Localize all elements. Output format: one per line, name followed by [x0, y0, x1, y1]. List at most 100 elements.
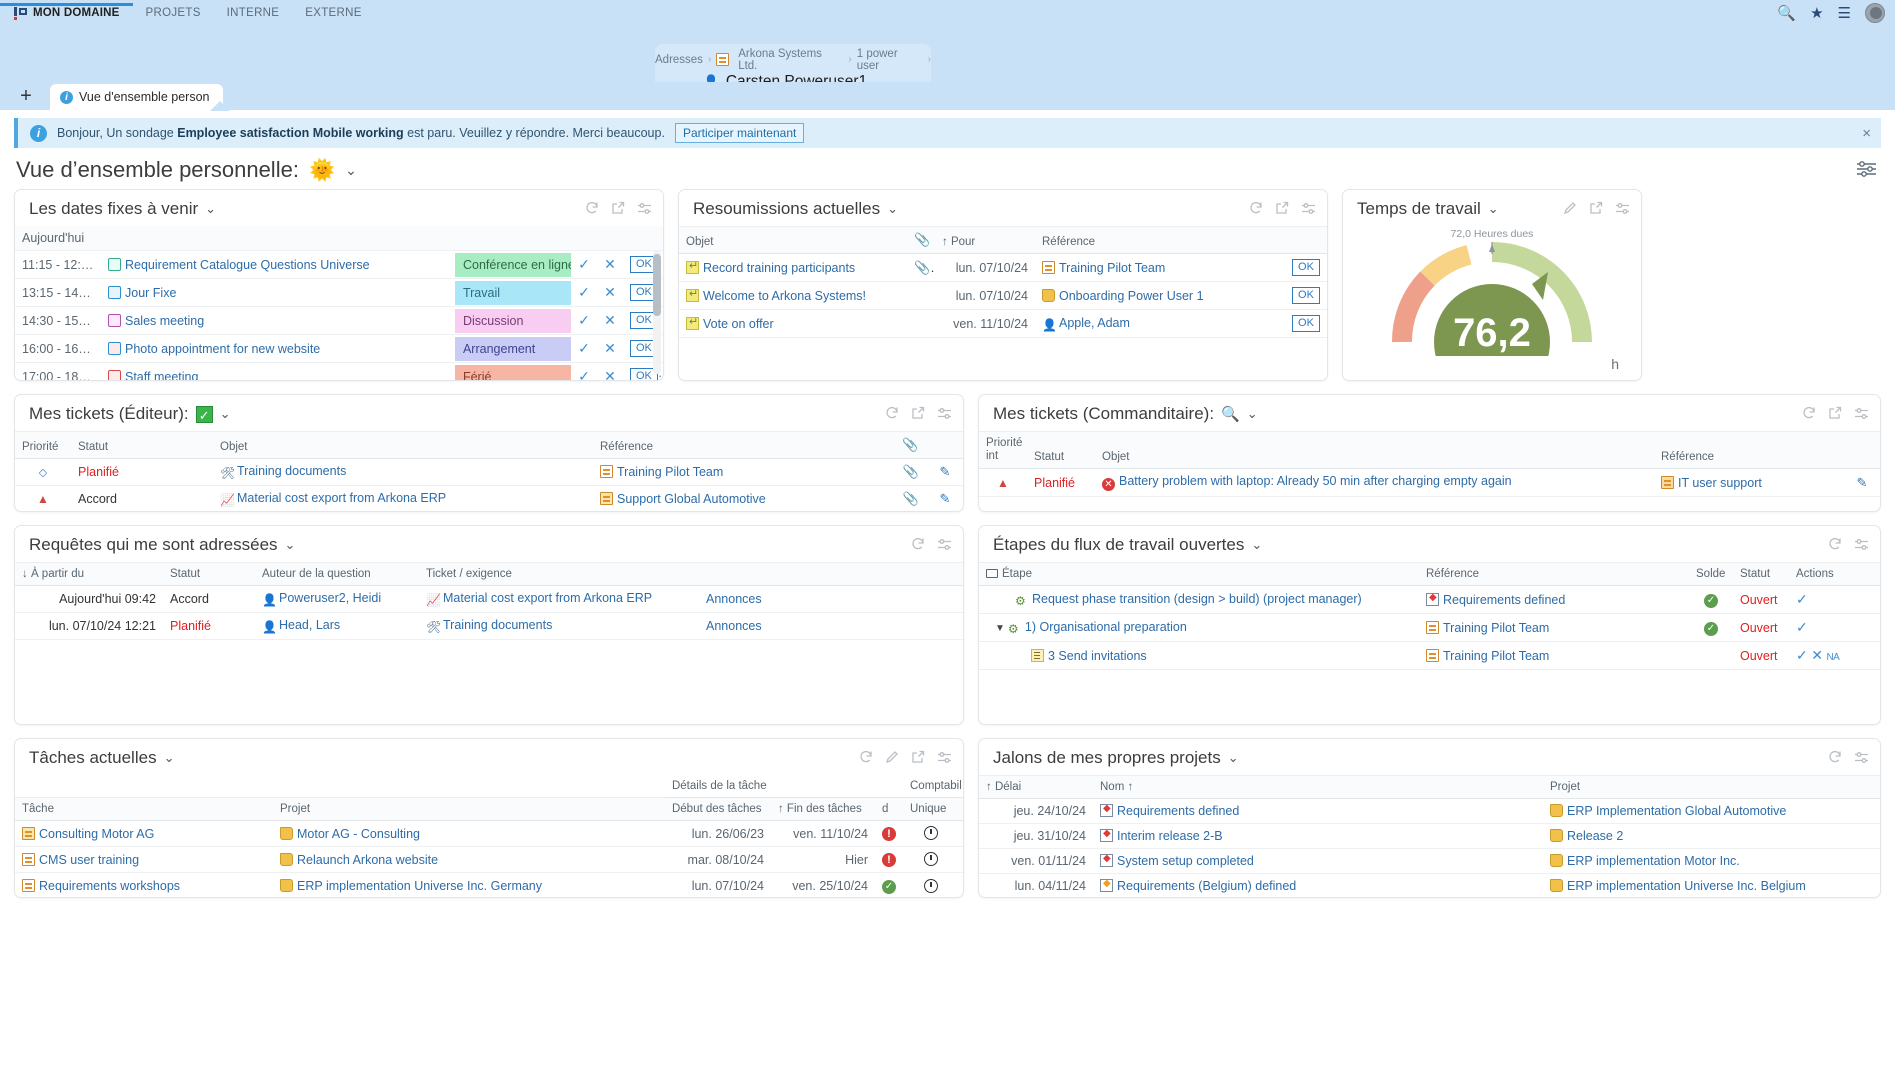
accept-icon[interactable]: ✓	[578, 368, 590, 380]
open-external-icon[interactable]	[1828, 406, 1842, 420]
resubmission-subject[interactable]: Record training participants	[703, 261, 855, 275]
workflow-reference[interactable]: Training Pilot Team	[1443, 621, 1549, 635]
chevron-down-icon[interactable]: ⌄	[285, 537, 296, 553]
table-row[interactable]: ◇ Planifié 🛠Training documents Training …	[15, 459, 963, 486]
filter-settings-icon[interactable]	[937, 407, 952, 420]
table-row[interactable]: 13:15 - 14:15 Jour Fixe Travail ✓ ✕ OK	[15, 279, 663, 307]
column-pour[interactable]: ↑ Pour	[935, 227, 1035, 254]
nav-item-interne[interactable]: INTERNE	[227, 7, 280, 19]
close-icon[interactable]: ×	[1862, 126, 1871, 141]
refresh-icon[interactable]	[1828, 750, 1842, 764]
table-row[interactable]: ▲ Accord 📈Material cost export from Arko…	[15, 486, 963, 513]
filter-settings-icon[interactable]	[937, 538, 952, 551]
open-external-icon[interactable]	[1589, 201, 1603, 215]
milestone-name[interactable]: Interim release 2-B	[1117, 829, 1223, 843]
milestone-name[interactable]: System setup completed	[1117, 854, 1254, 868]
milestone-project[interactable]: Release 2	[1567, 829, 1623, 843]
request-author[interactable]: Head, Lars	[279, 618, 340, 632]
task-project[interactable]: Motor AG - Consulting	[297, 827, 420, 841]
open-external-icon[interactable]	[911, 750, 925, 764]
table-row[interactable]: jeu. 31/10/24 Interim release 2-B Releas…	[979, 824, 1880, 849]
appointment-subject[interactable]: Photo appointment for new website	[125, 342, 320, 356]
task-name[interactable]: Consulting Motor AG	[39, 827, 154, 841]
table-row[interactable]: ▼⚙1) Organisational preparation Training…	[979, 614, 1880, 642]
approve-icon[interactable]: ✓	[1796, 647, 1808, 663]
chevron-down-icon[interactable]: ⌄	[164, 750, 175, 766]
filter-settings-icon[interactable]	[1301, 202, 1316, 215]
column-delai[interactable]: ↑ Délai	[979, 776, 1093, 799]
edit-icon[interactable]	[885, 750, 899, 764]
table-row[interactable]: 14:30 - 15:30 Sales meeting Discussion ✓…	[15, 307, 663, 335]
column-statut[interactable]: Statut	[71, 432, 213, 459]
milestone-project[interactable]: ERP implementation Motor Inc.	[1567, 854, 1740, 868]
edit-icon[interactable]: ✎	[1857, 475, 1868, 490]
column-reference[interactable]: Référence	[1035, 227, 1285, 254]
approve-icon[interactable]: ✓	[1796, 619, 1808, 635]
task-project[interactable]: ERP implementation Universe Inc. Germany	[297, 879, 542, 893]
star-icon[interactable]: ★	[1810, 6, 1823, 21]
filter-settings-icon[interactable]	[937, 751, 952, 764]
chevron-down-icon[interactable]: ⌄	[1228, 750, 1239, 766]
edit-icon[interactable]: ✎	[940, 491, 951, 506]
open-external-icon[interactable]	[911, 406, 925, 420]
column-fin[interactable]: ↑ Fin des tâches	[771, 798, 875, 821]
nav-item-mon-domaine[interactable]: MON DOMAINE	[14, 7, 120, 20]
column-objet[interactable]: Objet	[679, 227, 907, 254]
request-kind[interactable]: Annonces	[706, 592, 762, 606]
open-external-icon[interactable]	[1275, 201, 1289, 215]
column-objet[interactable]: Objet	[213, 432, 593, 459]
column-d[interactable]: d	[875, 798, 903, 821]
table-row[interactable]: CMS user training Relaunch Arkona websit…	[15, 847, 963, 873]
accept-icon[interactable]: ✓	[578, 312, 590, 328]
workflow-step[interactable]: 3 Send invitations	[1048, 649, 1147, 663]
ok-button[interactable]: OK	[1292, 259, 1320, 276]
decline-icon[interactable]: ✕	[604, 340, 616, 356]
column-attachment[interactable]: 📎	[907, 227, 935, 254]
workflow-reference[interactable]: Training Pilot Team	[1443, 649, 1549, 663]
milestone-name[interactable]: Requirements (Belgium) defined	[1117, 879, 1296, 893]
ticket-reference[interactable]: Training Pilot Team	[617, 465, 723, 479]
table-row[interactable]: Vote on offer ven. 11/10/24 👤Apple, Adam…	[679, 310, 1327, 338]
column-priorite[interactable]: Priorité	[15, 432, 71, 459]
workflow-step[interactable]: Request phase transition (design > build…	[1032, 592, 1362, 606]
add-tab-button[interactable]: +	[12, 82, 40, 110]
filter-settings-icon[interactable]	[1854, 407, 1869, 420]
table-row[interactable]: Record training participants 📎 lun. 07/1…	[679, 254, 1327, 282]
column-statut[interactable]: Statut	[163, 563, 255, 586]
table-row[interactable]: Aujourd'hui 09:42 Accord 👤Poweruser2, He…	[15, 586, 963, 613]
chevron-down-icon[interactable]: ⌄	[887, 201, 898, 217]
request-ticket[interactable]: Material cost export from Arkona ERP	[443, 591, 652, 605]
table-row[interactable]: 16:00 - 16:30 Photo appointment for new …	[15, 335, 663, 363]
table-row[interactable]: 11:15 - 12:15 Requirement Catalogue Ques…	[15, 251, 663, 279]
accept-icon[interactable]: ✓	[578, 284, 590, 300]
chevron-down-icon[interactable]: ⌄	[220, 406, 231, 422]
table-row[interactable]: jeu. 24/10/24 Requirements defined ERP I…	[979, 799, 1880, 824]
milestone-project[interactable]: ERP Implementation Global Automotive	[1567, 804, 1786, 818]
paperclip-icon[interactable]: 📎	[903, 464, 919, 479]
scrollbar[interactable]	[653, 250, 661, 374]
filter-settings-icon[interactable]	[1854, 538, 1869, 551]
chevron-down-icon[interactable]: ⌄	[1488, 201, 1499, 217]
table-row[interactable]: 17:00 - 18:00 Staff meeting Férié ✓ ✕ OK	[15, 363, 663, 381]
appointment-subject[interactable]: Staff meeting	[125, 370, 198, 381]
task-name[interactable]: Requirements workshops	[39, 879, 180, 893]
column-nom[interactable]: Nom ↑	[1093, 776, 1543, 799]
refresh-icon[interactable]	[1802, 406, 1816, 420]
avatar[interactable]	[1865, 3, 1885, 23]
accept-icon[interactable]: ✓	[578, 256, 590, 272]
workflow-step[interactable]: 1) Organisational preparation	[1025, 620, 1187, 634]
refresh-icon[interactable]	[911, 537, 925, 551]
column-reference[interactable]: Référence	[1654, 432, 1844, 469]
task-name[interactable]: CMS user training	[39, 853, 139, 867]
column-projet[interactable]: Projet	[1543, 776, 1880, 799]
column-objet[interactable]: Objet	[1095, 432, 1654, 469]
column-debut[interactable]: Début des tâches	[665, 798, 771, 821]
nav-item-externe[interactable]: EXTERNE	[305, 7, 361, 19]
table-row[interactable]: ▲ Planifié ✕Battery problem with laptop:…	[979, 469, 1880, 497]
edit-icon[interactable]	[1563, 201, 1577, 215]
column-apartir[interactable]: ↓ À partir du	[15, 563, 163, 586]
ticket-reference[interactable]: Support Global Automotive	[617, 492, 766, 506]
column-tache[interactable]: Tâche	[15, 798, 273, 821]
column-auteur[interactable]: Auteur de la question	[255, 563, 419, 586]
appointment-subject[interactable]: Sales meeting	[125, 314, 204, 328]
